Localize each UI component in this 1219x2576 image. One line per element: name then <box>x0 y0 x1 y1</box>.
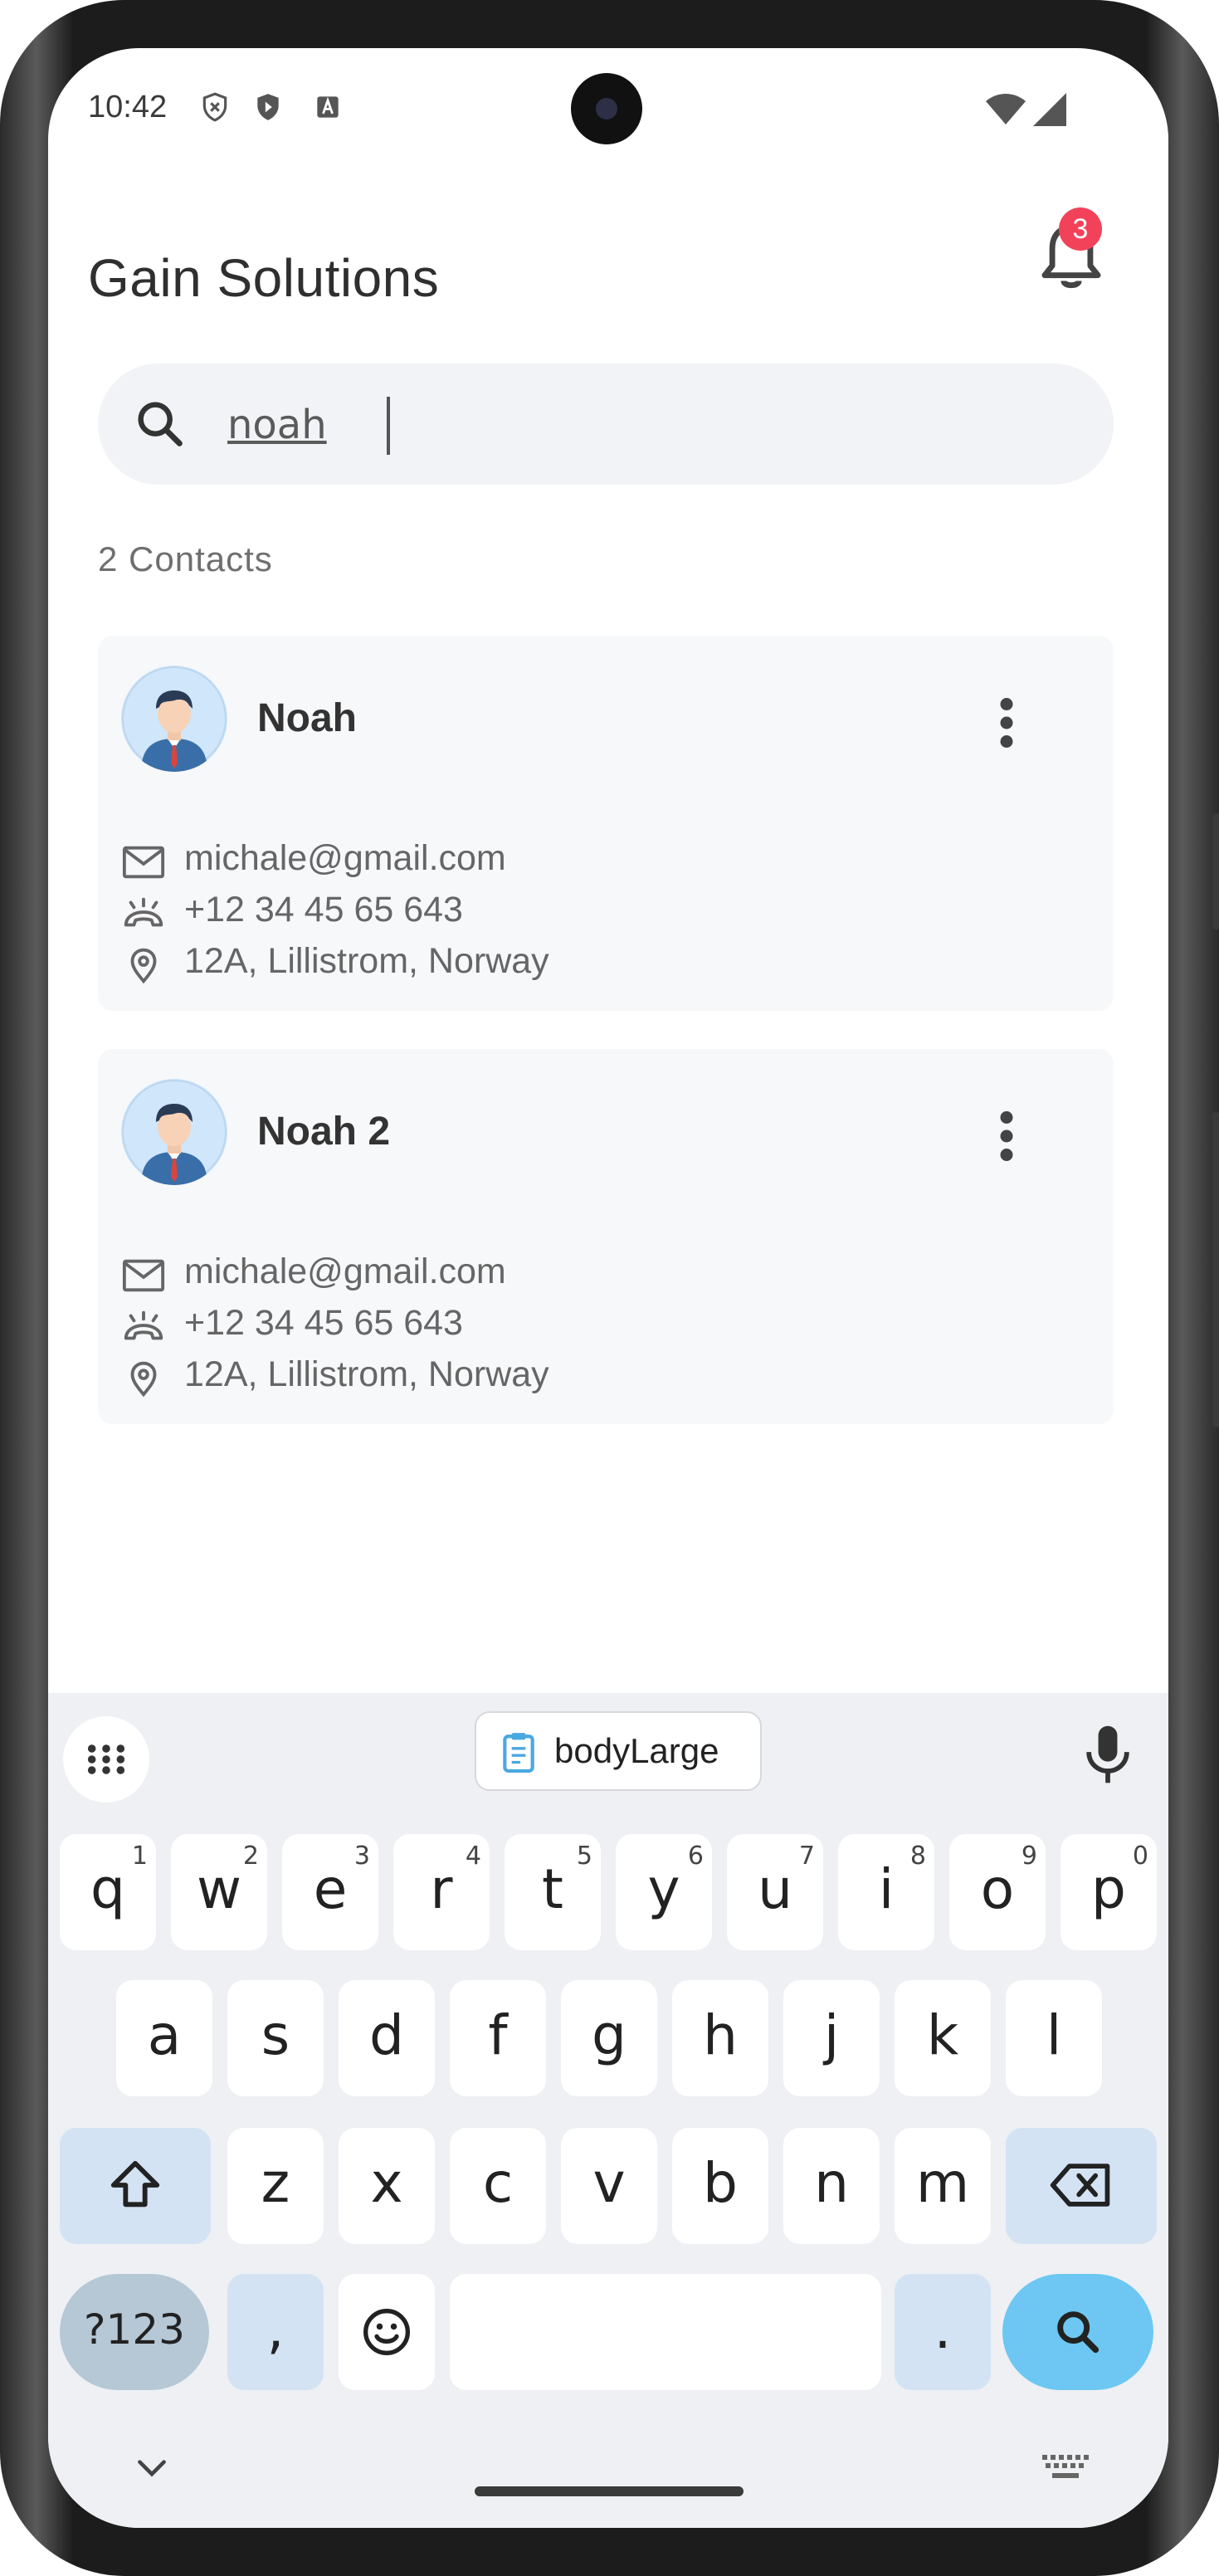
clipboard-suggestion-label: bodyLarge <box>554 1731 719 1770</box>
key-a[interactable]: a <box>116 1980 212 2096</box>
phone-ringing-icon <box>124 897 163 927</box>
shift-key[interactable] <box>60 2128 211 2244</box>
clipboard-icon <box>503 1733 534 1773</box>
key-r[interactable]: r4 <box>393 1834 490 1950</box>
power-button <box>1212 1112 1219 1427</box>
period-key[interactable]: . <box>895 2274 991 2390</box>
search-icon <box>1057 2311 1100 2354</box>
cellular-signal-icon <box>1033 93 1066 126</box>
contact-address: 12A, Lillistrom, Norway <box>184 941 549 981</box>
key-hint: 1 <box>131 1842 148 1871</box>
key-hint: 0 <box>1132 1842 1148 1871</box>
key-i[interactable]: i8 <box>838 1834 934 1950</box>
key-l[interactable]: l <box>1006 1980 1102 2096</box>
key-y[interactable]: y6 <box>616 1834 712 1950</box>
search-input[interactable] <box>226 387 1059 463</box>
key-b[interactable]: b <box>672 2128 768 2244</box>
shield-play-icon <box>257 94 279 120</box>
front-camera <box>571 73 642 144</box>
key-n[interactable]: n <box>783 2128 880 2244</box>
screen: 10:42 Gain Solutions 3 noah 2 Contacts N… <box>48 48 1168 2528</box>
keyboard-apps-button[interactable] <box>63 1716 149 1803</box>
contact-name: Noah 2 <box>257 1110 391 1154</box>
app-title: Gain Solutions <box>88 248 440 308</box>
key-x[interactable]: x <box>339 2128 435 2244</box>
key-hint: 7 <box>798 1842 815 1871</box>
person-avatar-icon <box>122 666 227 772</box>
key-z[interactable]: z <box>227 2128 324 2244</box>
chevron-down-icon[interactable] <box>131 2456 173 2481</box>
key-h[interactable]: h <box>672 1980 768 2096</box>
key-t[interactable]: t5 <box>505 1834 601 1950</box>
key-m[interactable]: m <box>895 2128 991 2244</box>
symbols-key[interactable]: ?123 <box>60 2274 209 2390</box>
shift-arrow-icon <box>110 2160 160 2208</box>
font-a-icon <box>317 96 339 118</box>
search-icon <box>138 402 183 446</box>
status-time: 10:42 <box>88 90 168 124</box>
key-hint: 3 <box>354 1842 370 1871</box>
contact-card[interactable]: Noah 2 michale@gmail.com +12 34 45 65 64… <box>98 1049 1114 1424</box>
avatar <box>121 1079 227 1185</box>
keyboard-switch-icon[interactable] <box>1041 2453 1090 2483</box>
key-hint: 6 <box>687 1842 704 1871</box>
notification-badge: 3 <box>1059 207 1102 251</box>
key-q[interactable]: q1 <box>60 1834 156 1950</box>
backspace-icon <box>1050 2164 1110 2207</box>
key-g[interactable]: g <box>561 1980 657 2096</box>
text-caret <box>387 397 390 455</box>
contacts-count: 2 Contacts <box>98 539 273 578</box>
more-vert-icon[interactable] <box>969 1099 1044 1173</box>
contact-phone: +12 34 45 65 643 <box>184 1303 463 1343</box>
soft-keyboard: bodyLarge q1 w2 e3 r4 t5 y6 u7 i8 o9 p0 … <box>48 1693 1168 2528</box>
key-d[interactable]: d <box>339 1980 435 2096</box>
key-j[interactable]: j <box>783 1980 880 2096</box>
contact-name: Noah <box>257 696 357 740</box>
person-avatar-icon <box>122 1080 227 1185</box>
key-u[interactable]: u7 <box>727 1834 823 1950</box>
key-hint: 4 <box>465 1842 481 1871</box>
contact-phone: +12 34 45 65 643 <box>184 890 463 929</box>
phone-ringing-icon <box>124 1310 163 1340</box>
status-bar: 10:42 <box>48 48 1168 181</box>
key-hint: 2 <box>242 1842 259 1871</box>
shield-outline-icon <box>202 92 227 122</box>
key-hint: 8 <box>909 1842 926 1871</box>
key-f[interactable]: f <box>450 1980 546 2096</box>
key-e[interactable]: e3 <box>282 1834 378 1950</box>
wifi-icon <box>986 94 1026 124</box>
backspace-key[interactable] <box>1006 2128 1157 2244</box>
location-pin-icon <box>130 948 157 984</box>
phone-frame: 10:42 Gain Solutions 3 noah 2 Contacts N… <box>0 0 1219 2576</box>
grid-icon <box>87 1744 125 1774</box>
key-hint: 9 <box>1021 1842 1037 1871</box>
volume-button <box>1212 813 1219 929</box>
emoji-key[interactable] <box>339 2274 435 2390</box>
mail-icon <box>122 846 165 879</box>
mail-icon <box>122 1259 165 1292</box>
contact-card[interactable]: Noah michale@gmail.com +12 34 45 65 643 <box>98 636 1114 1011</box>
comma-key[interactable]: , <box>227 2274 324 2390</box>
emoji-smile-icon <box>363 2309 410 2355</box>
gesture-home-bar[interactable] <box>475 2486 744 2496</box>
key-k[interactable]: k <box>895 1980 991 2096</box>
contact-address: 12A, Lillistrom, Norway <box>184 1354 549 1394</box>
contact-email: michale@gmail.com <box>184 838 506 878</box>
key-o[interactable]: o9 <box>949 1834 1046 1950</box>
clipboard-suggestion-chip[interactable]: bodyLarge <box>475 1711 762 1791</box>
space-key[interactable] <box>450 2274 881 2390</box>
search-action-key[interactable] <box>1002 2274 1153 2390</box>
key-c[interactable]: c <box>450 2128 546 2244</box>
key-w[interactable]: w2 <box>171 1834 267 1950</box>
avatar <box>121 666 227 772</box>
more-vert-icon[interactable] <box>969 685 1044 760</box>
microphone-icon[interactable] <box>1079 1721 1137 1788</box>
key-s[interactable]: s <box>227 1980 324 2096</box>
location-pin-icon <box>130 1361 157 1398</box>
key-p[interactable]: p0 <box>1061 1834 1157 1950</box>
contact-email: michale@gmail.com <box>184 1251 506 1291</box>
key-hint: 5 <box>576 1842 592 1871</box>
key-v[interactable]: v <box>561 2128 657 2244</box>
search-bar[interactable] <box>98 363 1114 485</box>
